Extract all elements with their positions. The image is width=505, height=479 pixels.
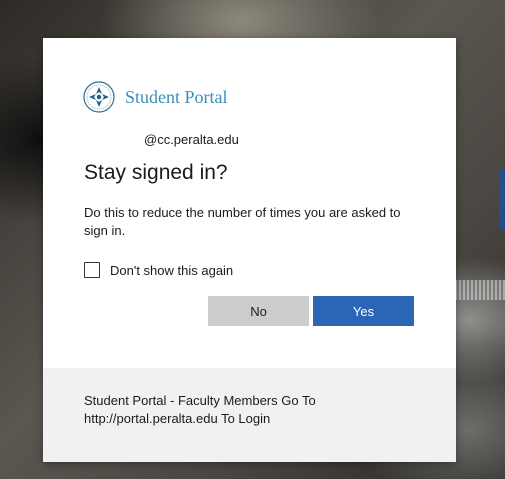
dont-show-again-checkbox[interactable] — [84, 262, 100, 278]
footer-banner: Student Portal - Faculty Members Go To h… — [43, 368, 456, 462]
sign-in-dialog: Student Portal @cc.peralta.edu Stay sign… — [43, 38, 456, 462]
account-identity: @cc.peralta.edu — [144, 132, 239, 147]
brand-name: Student Portal — [125, 86, 228, 107]
brand-logo: Student Portal — [83, 80, 228, 114]
dont-show-again-label: Don't show this again — [110, 262, 234, 278]
dont-show-again-option[interactable]: Don't show this again — [84, 262, 233, 278]
yes-button[interactable]: Yes — [313, 296, 414, 326]
background-accent — [499, 170, 505, 230]
footer-text: Student Portal - Faculty Members Go To h… — [84, 393, 316, 426]
prompt-description: Do this to reduce the number of times yo… — [84, 205, 401, 238]
background-notebook — [455, 280, 505, 300]
no-button[interactable]: No — [208, 296, 309, 326]
college-seal-icon — [83, 81, 115, 113]
page-title: Stay signed in? — [84, 161, 228, 184]
